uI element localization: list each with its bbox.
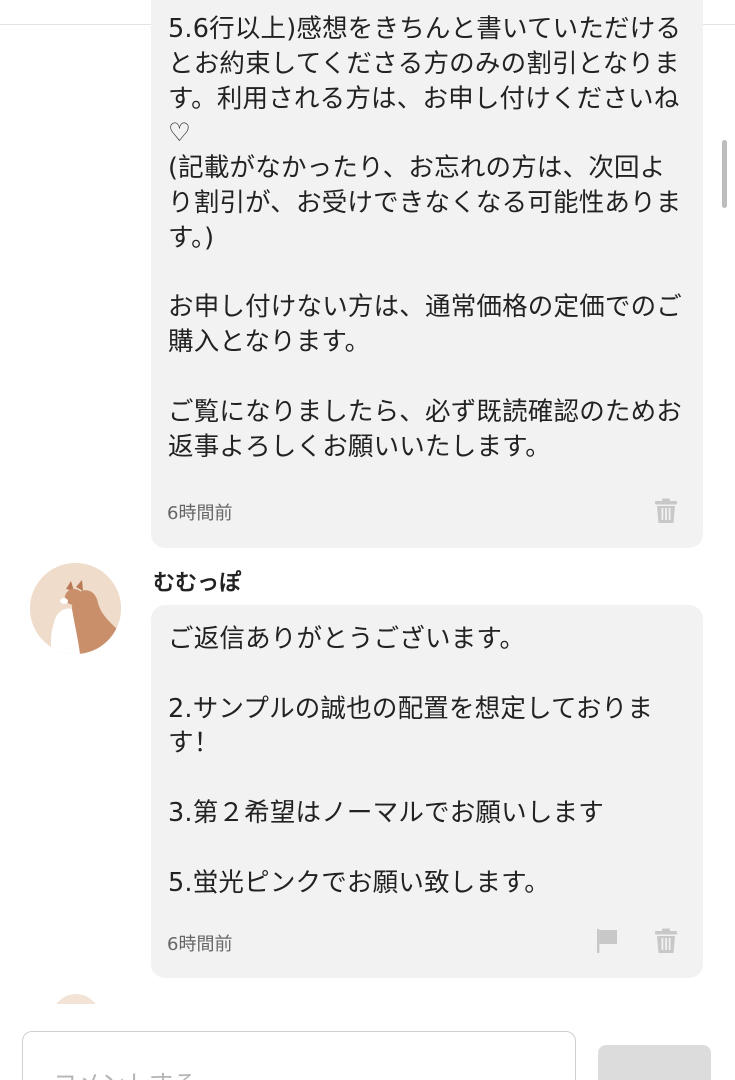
comment-input[interactable] xyxy=(22,1031,576,1080)
comment-thread-screen: 5.6行以上)感想をきちんと書いていただけるとお約束してくださる方のみの割引とな… xyxy=(0,0,735,1080)
message-bubble: 5.6行以上)感想をきちんと書いていただけるとお約束してくださる方のみの割引とな… xyxy=(151,0,703,548)
trash-icon-graphic xyxy=(655,498,677,523)
trash-icon[interactable] xyxy=(653,497,679,525)
send-button[interactable]: 送信 xyxy=(598,1045,711,1080)
flag-icon[interactable] xyxy=(594,927,620,955)
cat-avatar-icon xyxy=(30,563,121,654)
message-timestamp: 6時間前 xyxy=(167,934,233,955)
trash-icon[interactable] xyxy=(653,927,679,955)
message-text: ご返信ありがとうございます。 2.サンプルの誠也の配置を想定しております！ 3.… xyxy=(168,624,654,898)
message-timestamp: 6時間前 xyxy=(167,503,233,524)
flag-icon-graphic xyxy=(597,929,617,953)
trash-icon-graphic xyxy=(655,928,677,953)
scrollbar-thumb[interactable] xyxy=(722,140,727,208)
message-bubble: ご返信ありがとうございます。 2.サンプルの誠也の配置を想定しております！ 3.… xyxy=(151,605,703,978)
avatar xyxy=(52,994,100,1004)
avatar[interactable] xyxy=(30,563,121,654)
message-text: 5.6行以上)感想をきちんと書いていただけるとお約束してくださる方のみの割引とな… xyxy=(168,14,683,462)
author-name[interactable]: むむっぽ xyxy=(153,565,241,597)
